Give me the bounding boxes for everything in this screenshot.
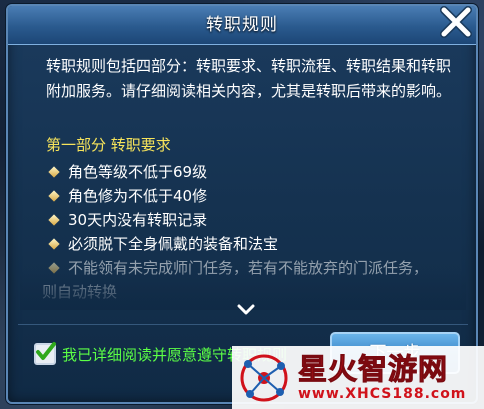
close-x-icon[interactable] — [438, 4, 474, 40]
rule-item: 必须脱下全身佩戴的装备和法宝 — [48, 232, 466, 256]
rule-text: 必须脱下全身佩戴的装备和法宝 — [68, 235, 279, 253]
chevron-down-icon[interactable] — [236, 302, 256, 316]
diamond-bullet-icon — [48, 190, 60, 202]
rule-text: 则自动转换 — [42, 283, 118, 301]
rules-intro-text: 转职规则包括四部分：转职要求、转职流程、转职结果和转职附加服务。请仔细阅读相关内… — [46, 57, 452, 100]
rule-item: 30天内没有转职记录 — [48, 208, 466, 232]
rule-item: 角色等级不低于69级 — [48, 160, 466, 184]
job-change-rules-dialog: 转职规则 转职规则包括四部分：转职要求、转职流程、转职结果和转职附加服务。请仔细… — [6, 4, 478, 404]
section-title: 第一部分 转职要求 — [46, 136, 171, 154]
rules-scroll-area[interactable]: 转职规则包括四部分：转职要求、转职流程、转职结果和转职附加服务。请仔细阅读相关内… — [20, 48, 466, 310]
rule-continuation: 则自动转换 — [42, 280, 466, 304]
rule-text: 不能领有未完成师门任务，若有不能放弃的门派任务， — [68, 259, 429, 277]
agree-checkbox[interactable] — [34, 342, 56, 365]
diamond-bullet-icon — [48, 214, 60, 226]
watermark-logo-icon — [240, 354, 288, 401]
site-watermark: 星火智游网 www.XHCS188.com — [232, 346, 484, 409]
diamond-bullet-icon — [48, 262, 60, 274]
dialog-title: 转职规则 — [206, 15, 278, 35]
rule-text: 角色修为不低于40修 — [68, 187, 208, 205]
watermark-url: www.XHCS188.com — [298, 385, 467, 402]
rule-item: 角色修为不低于40修 — [48, 184, 466, 208]
rule-text: 角色等级不低于69级 — [68, 163, 208, 181]
footer-divider — [18, 324, 468, 325]
watermark-name: 星火智游网 — [297, 351, 449, 386]
rule-item: 不能领有未完成师门任务，若有不能放弃的门派任务， — [48, 256, 466, 280]
diamond-bullet-icon — [48, 238, 60, 250]
diamond-bullet-icon — [48, 166, 60, 178]
rule-text: 30天内没有转职记录 — [68, 211, 208, 229]
